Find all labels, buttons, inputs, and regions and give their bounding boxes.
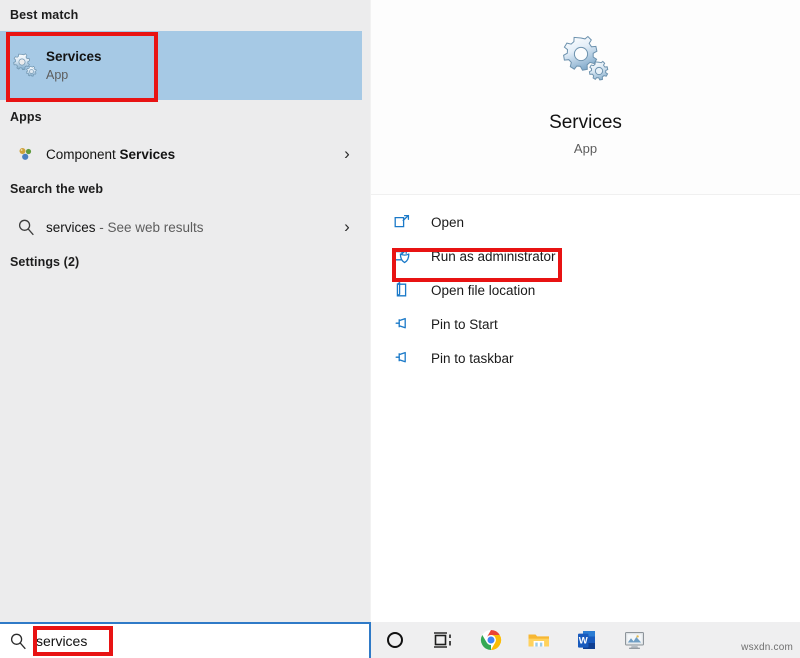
search-icon <box>10 211 42 243</box>
search-the-web-header: Search the web <box>0 182 103 196</box>
best-match-header: Best match <box>0 8 78 22</box>
component-services-icon <box>10 138 42 170</box>
apps-header: Apps <box>0 110 42 124</box>
word-icon[interactable]: W <box>563 622 611 658</box>
result-item-services[interactable]: Services App <box>0 31 362 100</box>
app-hero: Services App <box>371 0 800 195</box>
component-services-title-prefix: Component <box>46 147 120 162</box>
action-open[interactable]: Open <box>371 205 800 239</box>
action-open-file-location[interactable]: Open file location <box>371 273 800 307</box>
web-search-text: services - See web results <box>46 219 332 236</box>
chevron-right-icon[interactable]: › <box>332 144 362 164</box>
action-open-label: Open <box>431 215 464 230</box>
action-pin-to-start[interactable]: Pin to Start <box>371 307 800 341</box>
web-search-suffix: - See web results <box>96 220 204 235</box>
search-icon <box>0 632 36 651</box>
svg-text:W: W <box>579 635 588 646</box>
action-open-file-location-label: Open file location <box>431 283 535 298</box>
search-flyout: Best match <box>0 0 800 622</box>
search-input[interactable]: services <box>36 633 87 649</box>
cortana-circle-icon[interactable] <box>371 622 419 658</box>
result-item-component-services[interactable]: Component Services › <box>0 135 362 173</box>
web-search-query: services <box>46 220 96 235</box>
component-services-title: Component Services <box>46 146 332 163</box>
app-title: Services <box>549 112 622 134</box>
services-gears-icon <box>10 50 42 82</box>
best-match-subtitle: App <box>46 67 362 83</box>
action-pin-to-start-label: Pin to Start <box>431 317 498 332</box>
app-preview-panel: Services App Open <box>370 0 800 622</box>
pin-icon <box>393 349 421 367</box>
folder-location-icon <box>393 281 421 299</box>
result-item-web-search[interactable]: services - See web results › <box>0 208 362 246</box>
app-actions-list: Open Run as administrator <box>371 195 800 375</box>
services-gears-icon <box>558 33 614 85</box>
action-pin-to-taskbar-label: Pin to taskbar <box>431 351 514 366</box>
settings-header: Settings (2) <box>0 255 79 269</box>
action-pin-to-taskbar[interactable]: Pin to taskbar <box>371 341 800 375</box>
file-explorer-icon[interactable] <box>515 622 563 658</box>
chrome-icon[interactable] <box>467 622 515 658</box>
pin-icon <box>393 315 421 333</box>
photos-icon[interactable] <box>611 622 659 658</box>
shield-admin-icon <box>393 247 421 265</box>
best-match-title: Services <box>46 48 362 65</box>
action-run-as-administrator-label: Run as administrator <box>431 249 556 264</box>
app-type: App <box>574 141 597 156</box>
open-window-icon <box>393 213 421 231</box>
component-services-title-bold: Services <box>120 147 176 162</box>
watermark: wsxdn.com <box>741 642 793 653</box>
action-run-as-administrator[interactable]: Run as administrator <box>371 239 800 273</box>
taskbar: W wsxdn.com <box>371 622 800 658</box>
taskbar-search-box[interactable]: services <box>0 622 371 658</box>
chevron-right-icon[interactable]: › <box>332 217 362 237</box>
search-results-panel: Best match <box>0 0 370 622</box>
task-view-icon[interactable] <box>419 622 467 658</box>
